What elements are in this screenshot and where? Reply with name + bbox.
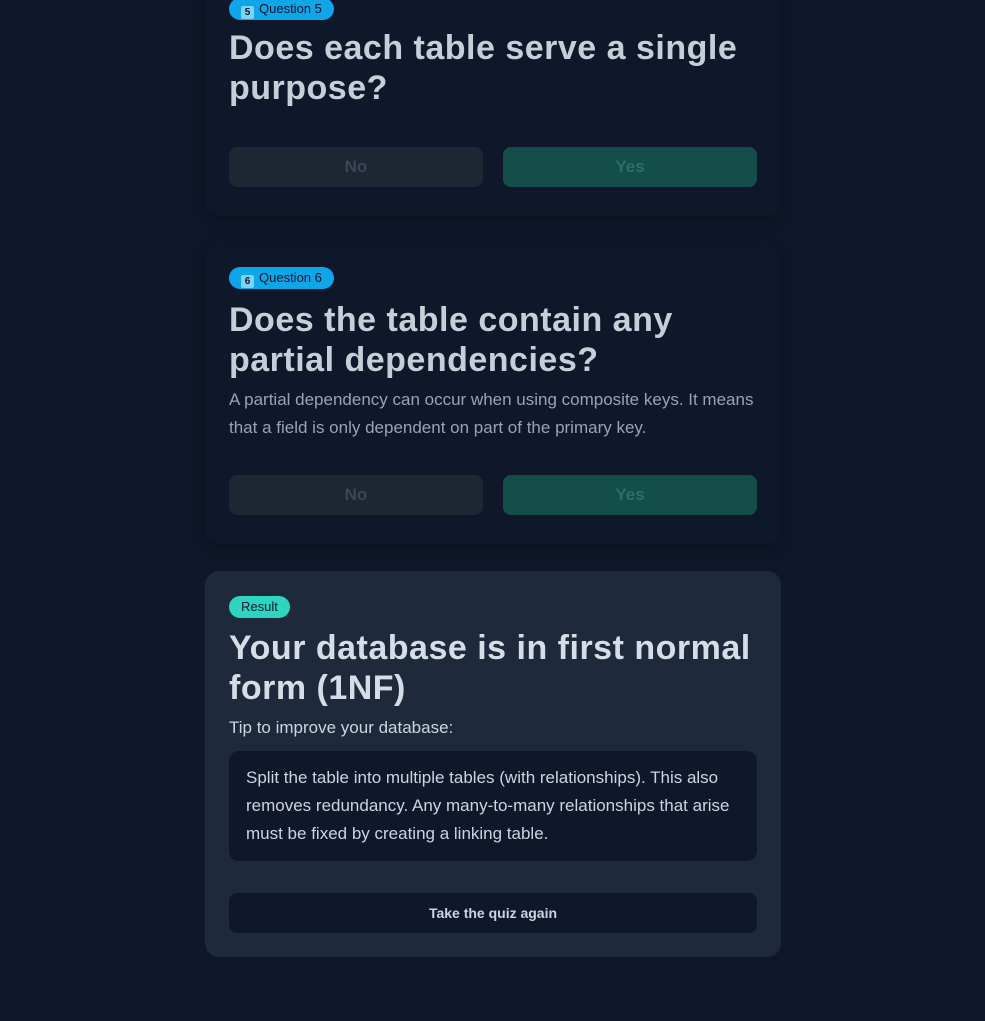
quiz-page: 5 Question 5 Does each table serve a sing… — [0, 0, 985, 1021]
answer-buttons: No Yes — [229, 147, 757, 187]
no-button[interactable]: No — [229, 475, 483, 515]
question-description: A partial dependency can occur when usin… — [229, 390, 754, 437]
retake-quiz-button[interactable]: Take the quiz again — [229, 893, 757, 933]
question-card-5: 5 Question 5 Does each table serve a sing… — [205, 0, 781, 216]
tip-text: Split the table into multiple tables (wi… — [246, 768, 730, 843]
keycap-number-icon: 6 — [241, 275, 254, 288]
answer-buttons: No Yes — [229, 475, 757, 515]
yes-button[interactable]: Yes — [503, 147, 757, 187]
keycap-number-icon: 5 — [241, 6, 254, 19]
question-badge-label: Question 6 — [259, 270, 322, 285]
yes-button[interactable]: Yes — [503, 475, 757, 515]
tip-box: Split the table into multiple tables (wi… — [229, 751, 757, 861]
question-badge: 6 Question 6 — [229, 267, 334, 289]
question-badge-label: Question 5 — [259, 1, 322, 16]
result-title: Your database is in first normal form (1… — [229, 629, 751, 707]
question-badge: 5 Question 5 — [229, 0, 334, 20]
result-badge: Result — [229, 596, 290, 618]
tip-label: Tip to improve your database: — [229, 718, 454, 737]
result-card: Result Your database is in first normal … — [205, 571, 781, 957]
no-button[interactable]: No — [229, 147, 483, 187]
question-title: Does the table contain any partial depen… — [229, 301, 673, 379]
question-title: Does each table serve a single purpose? — [229, 29, 738, 107]
question-card-6: 6 Question 6 Does the table contain any p… — [205, 244, 781, 544]
